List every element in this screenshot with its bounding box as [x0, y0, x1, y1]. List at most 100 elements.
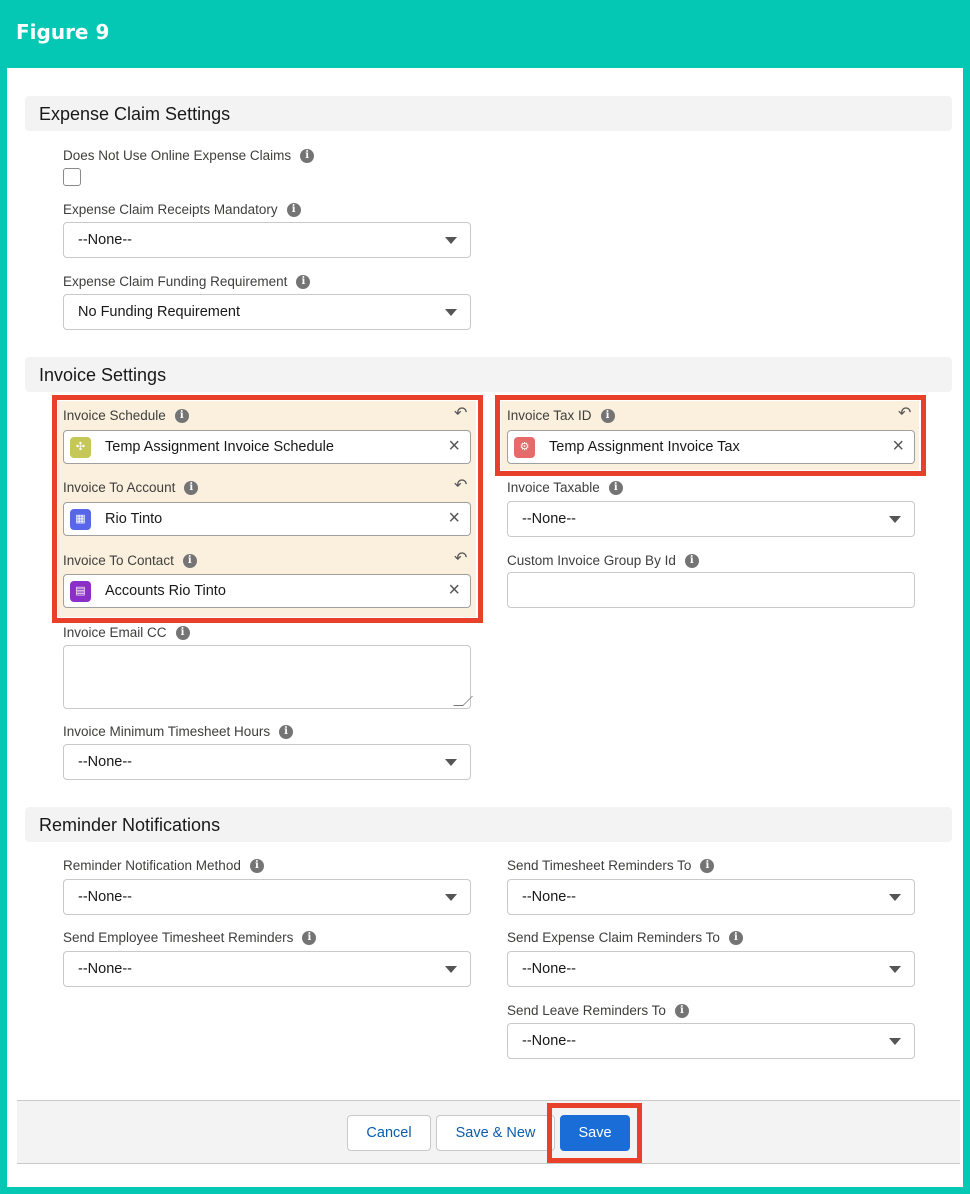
expense-reminders-to-field-label: Send Expense Claim Reminders To i — [507, 930, 743, 945]
info-icon[interactable]: i — [302, 930, 317, 945]
select-value: --None-- — [78, 889, 132, 905]
invoice-account-field-label: Invoice To Account i — [63, 480, 199, 495]
schedule-object-icon: ✣ — [70, 437, 91, 458]
invoice-min-hours-select[interactable]: --None-- — [63, 744, 471, 780]
invoice-tax-id-field-label: Invoice Tax ID i — [507, 408, 615, 423]
invoice-account-lookup[interactable]: ▦ Rio Tinto × — [63, 502, 471, 536]
invoice-schedule-lookup[interactable]: ✣ Temp Assignment Invoice Schedule × — [63, 430, 471, 464]
undo-icon[interactable]: ↶ — [454, 548, 467, 568]
select-value: --None-- — [78, 232, 132, 248]
employee-reminders-select[interactable]: --None-- — [63, 951, 471, 987]
select-value: --None-- — [78, 754, 132, 770]
lookup-value: Rio Tinto — [105, 511, 163, 527]
chevron-down-icon — [445, 894, 457, 901]
lookup-value: Temp Assignment Invoice Tax — [549, 439, 740, 455]
tax-object-icon: ⚙ — [514, 437, 535, 458]
invoice-taxable-select[interactable]: --None-- — [507, 501, 915, 537]
chevron-down-icon — [445, 759, 457, 766]
field-label-text: Custom Invoice Group By Id — [507, 553, 676, 568]
select-value: --None-- — [522, 511, 576, 527]
chevron-down-icon — [889, 894, 901, 901]
select-value: --None-- — [78, 961, 132, 977]
funding-field-label: Expense Claim Funding Requirement i — [63, 274, 311, 289]
field-label-text: Invoice Tax ID — [507, 408, 592, 423]
chevron-down-icon — [445, 309, 457, 316]
employee-reminders-field-label: Send Employee Timesheet Reminders i — [63, 930, 317, 945]
field-label-text: Send Expense Claim Reminders To — [507, 930, 720, 945]
save-and-new-button[interactable]: Save & New — [436, 1115, 555, 1151]
expense-reminders-to-select[interactable]: --None-- — [507, 951, 915, 987]
info-icon[interactable]: i — [684, 553, 699, 568]
info-icon[interactable]: i — [728, 930, 743, 945]
invoice-taxable-field-label: Invoice Taxable i — [507, 480, 623, 495]
invoice-min-hours-field-label: Invoice Minimum Timesheet Hours i — [63, 724, 294, 739]
leave-reminders-to-select[interactable]: --None-- — [507, 1023, 915, 1059]
info-icon[interactable]: i — [674, 1003, 689, 1018]
info-icon[interactable]: i — [175, 625, 190, 640]
field-label-text: Reminder Notification Method — [63, 858, 241, 873]
invoice-tax-id-lookup[interactable]: ⚙ Temp Assignment Invoice Tax × — [507, 430, 915, 464]
section-header-expense[interactable]: Expense Claim Settings — [25, 96, 952, 131]
section-header-reminder[interactable]: Reminder Notifications — [25, 807, 952, 842]
invoice-email-cc-field-label: Invoice Email CC i — [63, 625, 190, 640]
info-icon[interactable]: i — [700, 858, 715, 873]
undo-icon[interactable]: ↶ — [898, 403, 911, 423]
timesheet-reminders-to-select[interactable]: --None-- — [507, 879, 915, 915]
close-icon[interactable]: × — [448, 507, 460, 530]
info-icon[interactable]: i — [608, 480, 623, 495]
field-label-text: Invoice Schedule — [63, 408, 166, 423]
funding-select[interactable]: No Funding Requirement — [63, 294, 471, 330]
invoice-contact-field-label: Invoice To Contact i — [63, 553, 197, 568]
cancel-button[interactable]: Cancel — [347, 1115, 431, 1151]
custom-group-by-input[interactable] — [507, 572, 915, 608]
undo-icon[interactable]: ↶ — [454, 403, 467, 423]
online-claims-checkbox[interactable] — [63, 168, 81, 186]
chevron-down-icon — [889, 516, 901, 523]
field-label-text: Expense Claim Funding Requirement — [63, 274, 288, 289]
resize-handle-icon[interactable] — [453, 696, 473, 706]
receipts-select[interactable]: --None-- — [63, 222, 471, 258]
close-icon[interactable]: × — [448, 579, 460, 602]
undo-icon[interactable]: ↶ — [454, 475, 467, 495]
reminder-method-select[interactable]: --None-- — [63, 879, 471, 915]
invoice-contact-lookup[interactable]: ▤ Accounts Rio Tinto × — [63, 574, 471, 608]
invoice-schedule-field-label: Invoice Schedule i — [63, 408, 189, 423]
field-label-text: Invoice To Contact — [63, 553, 174, 568]
info-icon[interactable]: i — [249, 858, 264, 873]
invoice-email-cc-textarea[interactable] — [63, 645, 473, 709]
account-object-icon: ▦ — [70, 509, 91, 530]
save-button[interactable]: Save — [560, 1115, 630, 1151]
chevron-down-icon — [889, 966, 901, 973]
close-icon[interactable]: × — [892, 435, 904, 458]
timesheet-reminders-to-field-label: Send Timesheet Reminders To i — [507, 858, 715, 873]
select-value: --None-- — [522, 961, 576, 977]
section-header-invoice[interactable]: Invoice Settings — [25, 357, 952, 392]
info-icon[interactable]: i — [174, 408, 189, 423]
field-label-text: Invoice To Account — [63, 480, 176, 495]
info-icon[interactable]: i — [184, 480, 199, 495]
lookup-value: Temp Assignment Invoice Schedule — [105, 439, 334, 455]
info-icon[interactable]: i — [300, 148, 315, 163]
info-icon[interactable]: i — [182, 553, 197, 568]
reminder-method-field-label: Reminder Notification Method i — [63, 858, 264, 873]
receipts-field-label: Expense Claim Receipts Mandatory i — [63, 202, 301, 217]
select-value: --None-- — [522, 1033, 576, 1049]
field-label-text: Send Employee Timesheet Reminders — [63, 930, 294, 945]
chevron-down-icon — [445, 237, 457, 244]
field-label-text: Expense Claim Receipts Mandatory — [63, 202, 278, 217]
info-icon[interactable]: i — [296, 274, 311, 289]
leave-reminders-to-field-label: Send Leave Reminders To i — [507, 1003, 689, 1018]
lookup-value: Accounts Rio Tinto — [105, 583, 226, 599]
chevron-down-icon — [445, 966, 457, 973]
field-label-text: Send Timesheet Reminders To — [507, 858, 692, 873]
chevron-down-icon — [889, 1038, 901, 1045]
figure-title: Figure 9 — [16, 20, 110, 44]
field-label-text: Invoice Email CC — [63, 625, 167, 640]
field-label-text: Send Leave Reminders To — [507, 1003, 666, 1018]
info-icon[interactable]: i — [600, 408, 615, 423]
custom-group-by-field-label: Custom Invoice Group By Id i — [507, 553, 699, 568]
online-claims-field-label: Does Not Use Online Expense Claims i — [63, 148, 315, 163]
info-icon[interactable]: i — [286, 202, 301, 217]
info-icon[interactable]: i — [279, 724, 294, 739]
close-icon[interactable]: × — [448, 435, 460, 458]
